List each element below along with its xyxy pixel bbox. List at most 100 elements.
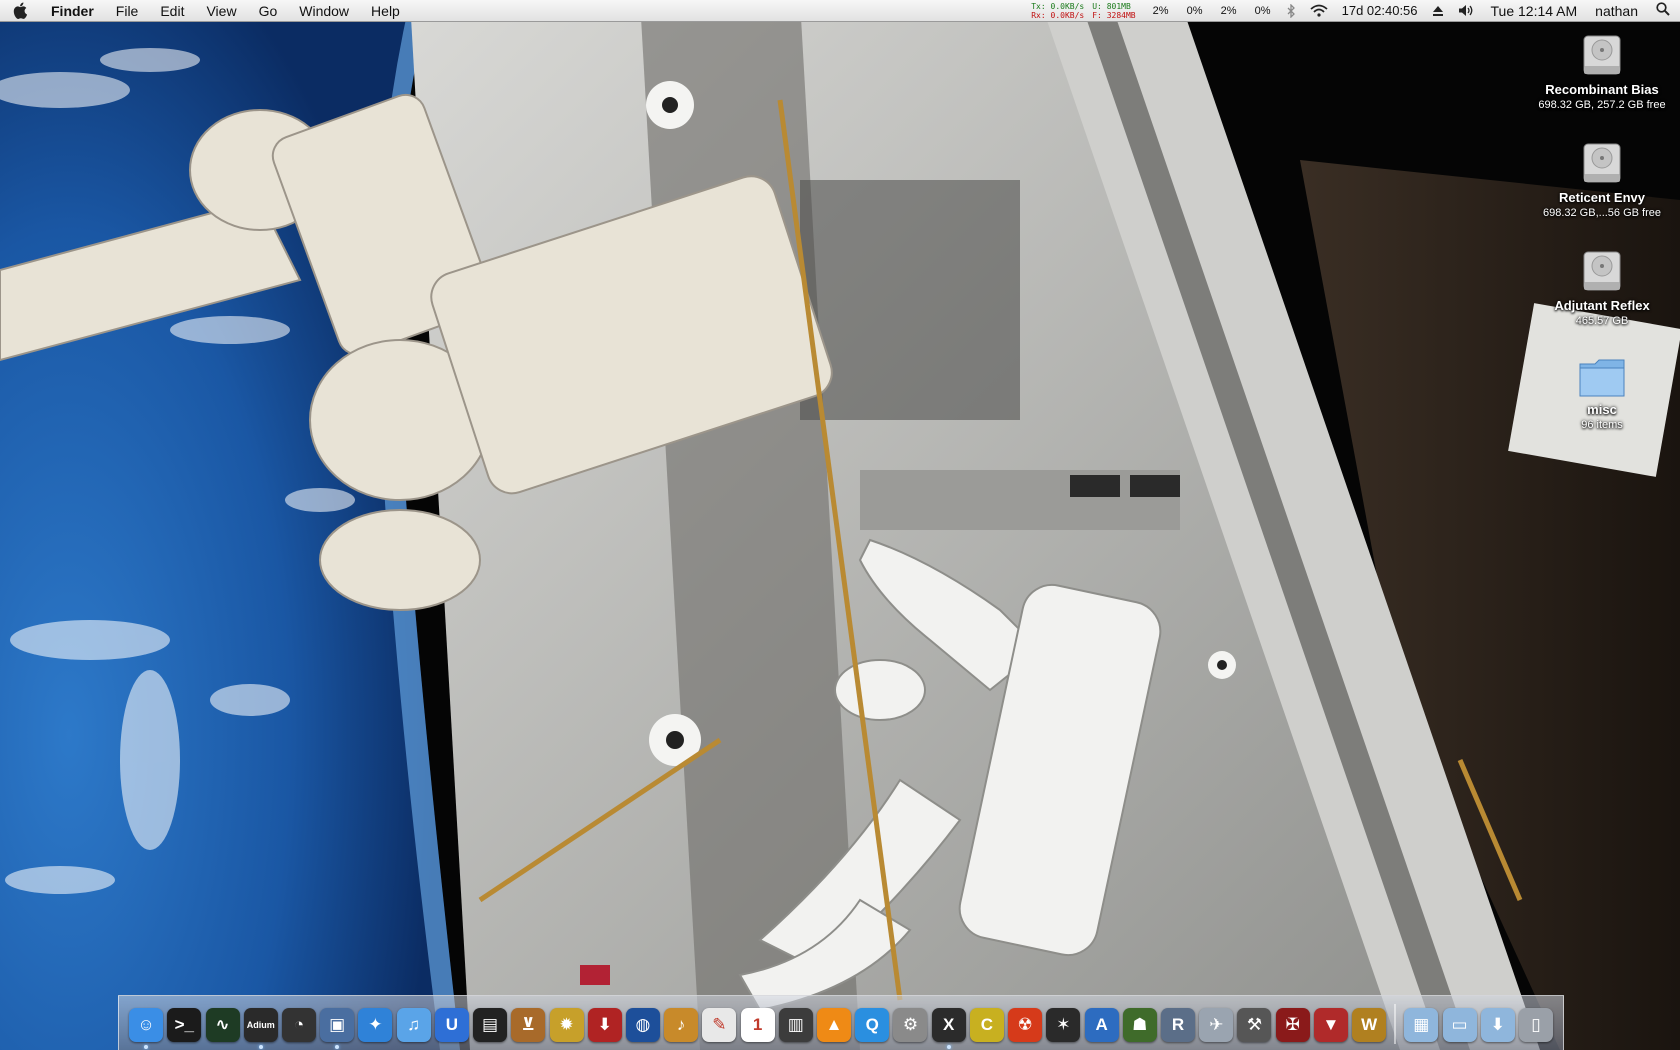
dock-item-adium[interactable]: Adium bbox=[243, 1002, 279, 1050]
rx-value: 0.0KB/s bbox=[1050, 10, 1085, 20]
cpu-core-4[interactable]: 0% bbox=[1246, 5, 1280, 17]
menu-go[interactable]: Go bbox=[248, 0, 289, 22]
volume-icon[interactable] bbox=[1458, 4, 1474, 17]
dock-item-warcraft-emblem[interactable]: ▼ bbox=[1313, 1002, 1349, 1050]
dock-item-film[interactable]: ▥ bbox=[778, 1002, 814, 1050]
dock-item-garageband[interactable]: ♪ bbox=[663, 1002, 699, 1050]
shield-emblem-icon: ▼ bbox=[1313, 1008, 1348, 1042]
desktop-drive-recombinant-bias[interactable]: Recombinant Bias 698.32 GB, 257.2 GB fre… bbox=[1532, 30, 1672, 112]
menu-view[interactable]: View bbox=[195, 0, 247, 22]
dock-item-google-earth[interactable]: ◍ bbox=[625, 1002, 661, 1050]
apple-menu-icon[interactable] bbox=[0, 0, 40, 22]
dock-item-documents[interactable]: ▭ bbox=[1441, 1002, 1477, 1050]
menu-window[interactable]: Window bbox=[288, 0, 360, 22]
mem-used-label: U: bbox=[1092, 1, 1102, 11]
mem-free-label: F: bbox=[1092, 10, 1102, 20]
spotlight-icon[interactable] bbox=[1656, 2, 1670, 19]
dock-item-istat[interactable]: ◔ bbox=[281, 1002, 317, 1050]
safari-icon: ✦ bbox=[358, 1008, 393, 1042]
terminal-icon: >_ bbox=[167, 1008, 202, 1042]
film-icon: ▥ bbox=[778, 1008, 813, 1042]
dock-item-nova[interactable]: ✶ bbox=[1045, 1002, 1081, 1050]
hard-drive-icon bbox=[1532, 30, 1672, 80]
dock-item-terminal[interactable]: >_ bbox=[166, 1002, 202, 1050]
dock-item-adium-cocktail[interactable]: ⊻ bbox=[510, 1002, 546, 1050]
hard-drive-icon bbox=[1532, 246, 1672, 296]
textmate-icon: U bbox=[434, 1008, 469, 1042]
memory-monitor[interactable]: U: 801MB F: 3284MB bbox=[1092, 2, 1135, 20]
dock-item-halo[interactable]: ☗ bbox=[1122, 1002, 1158, 1050]
desktop-icon-name: Recombinant Bias bbox=[1545, 82, 1659, 97]
desktop-icon-name: Adjutant Reflex bbox=[1554, 298, 1650, 313]
running-indicator bbox=[144, 1045, 149, 1049]
menu-app-finder[interactable]: Finder bbox=[40, 0, 105, 22]
dock-item-preview[interactable]: ▣ bbox=[319, 1002, 355, 1050]
dock-item-cyberduck[interactable]: C bbox=[969, 1002, 1005, 1050]
menu-help[interactable]: Help bbox=[360, 0, 411, 22]
bluetooth-icon[interactable] bbox=[1287, 3, 1296, 18]
mail-icon: ✈ bbox=[1199, 1008, 1234, 1042]
x11-icon: X bbox=[931, 1008, 966, 1042]
dock-item-downloads[interactable]: ⬇ bbox=[1480, 1002, 1516, 1050]
dock-item-vlc[interactable]: ▲ bbox=[816, 1002, 852, 1050]
desktop-icon-name: misc bbox=[1587, 402, 1617, 417]
wow-icon: W bbox=[1352, 1008, 1387, 1042]
dock-item-activity-monitor[interactable]: ∿ bbox=[204, 1002, 240, 1050]
dock-item-x11[interactable]: X bbox=[931, 1002, 967, 1050]
dock-separator bbox=[1394, 1004, 1397, 1044]
tx-value: 0.0KB/s bbox=[1050, 1, 1085, 11]
dock-item-safari[interactable]: ✦ bbox=[357, 1002, 393, 1050]
eject-icon[interactable] bbox=[1432, 5, 1444, 17]
cpu-core-3[interactable]: 2% bbox=[1212, 5, 1246, 17]
dock-item-system-prefs[interactable]: ⚙ bbox=[892, 1002, 928, 1050]
adium-icon: Adium bbox=[243, 1008, 278, 1042]
quicktime-icon: Q bbox=[855, 1008, 890, 1042]
trash-icon: ▯ bbox=[1518, 1008, 1553, 1042]
tools-icon: ⚒ bbox=[1237, 1008, 1272, 1042]
menu-bar: Finder File Edit View Go Window Help Tx:… bbox=[0, 0, 1680, 22]
documents-folder-icon: ▭ bbox=[1442, 1008, 1477, 1042]
desktop-folder-misc[interactable]: misc 96 items bbox=[1532, 356, 1672, 432]
finder-icon: ☺ bbox=[129, 1008, 164, 1042]
dock-item-trash[interactable]: ▯ bbox=[1518, 1002, 1554, 1050]
dock-item-ical[interactable]: 1 bbox=[740, 1002, 776, 1050]
network-monitor[interactable]: Tx: 0.0KB/s Rx: 0.0KB/s bbox=[1031, 2, 1084, 20]
menu-clock[interactable]: Tue 12:14 AM bbox=[1491, 3, 1578, 19]
rbrowser-icon: R bbox=[1161, 1008, 1196, 1042]
dock-item-finder[interactable]: ☺ bbox=[128, 1002, 164, 1050]
pineapple-icon: ✹ bbox=[549, 1008, 584, 1042]
menu-edit[interactable]: Edit bbox=[149, 0, 195, 22]
dock-item-pineapple[interactable]: ✹ bbox=[548, 1002, 584, 1050]
dock-item-applications[interactable]: ▦ bbox=[1403, 1002, 1439, 1050]
dock-item-starcraft[interactable]: ✠ bbox=[1275, 1002, 1311, 1050]
dock-item-quicktime[interactable]: Q bbox=[854, 1002, 890, 1050]
menu-file[interactable]: File bbox=[105, 0, 150, 22]
dock-item-textedit[interactable]: ✎ bbox=[701, 1002, 737, 1050]
menu-user-name[interactable]: nathan bbox=[1595, 3, 1638, 19]
dock-item-mail[interactable]: ✈ bbox=[1198, 1002, 1234, 1050]
gear-icon: ⚙ bbox=[893, 1008, 928, 1042]
gauge-icon: ◔ bbox=[281, 1008, 316, 1042]
cpu-core-2[interactable]: 0% bbox=[1178, 5, 1212, 17]
desktop-drive-adjutant-reflex[interactable]: Adjutant Reflex 465.57 GB bbox=[1532, 246, 1672, 328]
uptime-display[interactable]: 17d 02:40:56 bbox=[1342, 3, 1418, 18]
wifi-icon[interactable] bbox=[1310, 4, 1328, 17]
dock-item-transmission[interactable]: ⬇ bbox=[587, 1002, 623, 1050]
dock-item-final-cut[interactable]: ▤ bbox=[472, 1002, 508, 1050]
clapper-icon: ▤ bbox=[473, 1008, 508, 1042]
desktop-wallpaper bbox=[0, 0, 1680, 1050]
dock-item-wow[interactable]: W bbox=[1351, 1002, 1387, 1050]
folder-icon bbox=[1532, 356, 1672, 400]
transmission-icon: ⬇ bbox=[587, 1008, 622, 1042]
dock-item-tools[interactable]: ⚒ bbox=[1236, 1002, 1272, 1050]
dock-item-radiation[interactable]: ☢ bbox=[1007, 1002, 1043, 1050]
cpu-core-1[interactable]: 2% bbox=[1144, 5, 1178, 17]
desktop-drive-reticent-envy[interactable]: Reticent Envy 698.32 GB,...56 GB free bbox=[1532, 138, 1672, 220]
dock-item-rbrowser[interactable]: R bbox=[1160, 1002, 1196, 1050]
itunes-icon: ♫ bbox=[396, 1008, 431, 1042]
radiation-icon: ☢ bbox=[1008, 1008, 1043, 1042]
dock-item-app-store[interactable]: A bbox=[1083, 1002, 1119, 1050]
cocktail-icon: ⊻ bbox=[511, 1008, 546, 1042]
dock-item-itunes[interactable]: ♫ bbox=[396, 1002, 432, 1050]
dock-item-textmate[interactable]: U bbox=[434, 1002, 470, 1050]
